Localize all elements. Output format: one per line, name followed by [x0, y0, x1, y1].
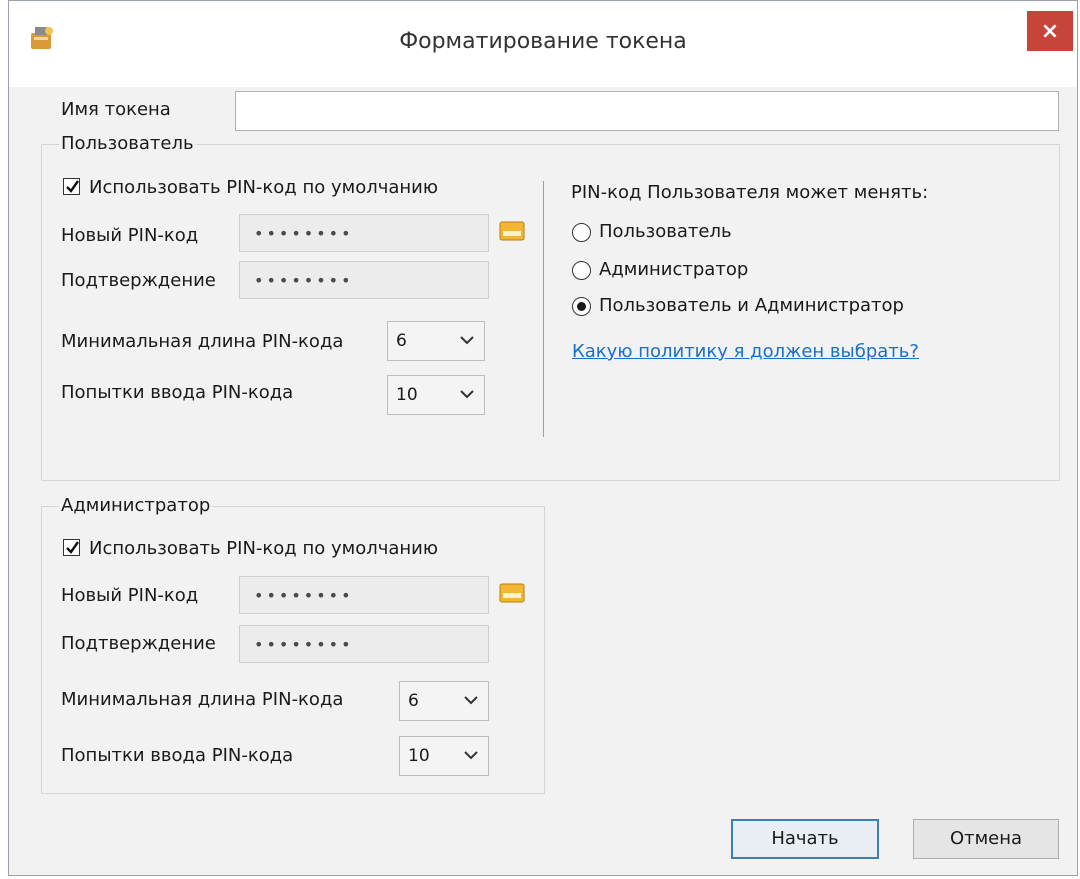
- admin-attempts-select[interactable]: 10: [399, 736, 489, 776]
- user-use-default-label: Использовать PIN-код по умолчанию: [89, 177, 439, 198]
- title-bar: Форматирование токена ×: [9, 1, 1077, 87]
- vertical-divider: [543, 181, 544, 437]
- window-title: Форматирование токена: [399, 29, 687, 54]
- admin-use-default-checkbox[interactable]: [63, 539, 80, 556]
- user-confirm-pin-field[interactable]: ••••••••: [239, 261, 489, 299]
- cancel-button[interactable]: Отмена: [913, 819, 1059, 859]
- admin-confirm-label: Подтверждение: [61, 633, 216, 654]
- token-name-label: Имя токена: [61, 99, 171, 120]
- radio-admin-label: Администратор: [599, 259, 749, 280]
- user-attempts-select[interactable]: 10: [387, 375, 485, 415]
- user-use-default-checkbox[interactable]: [63, 178, 80, 195]
- user-new-pin-label: Новый PIN-код: [61, 225, 199, 246]
- radio-admin[interactable]: [572, 261, 591, 280]
- user-group-title: Пользователь: [59, 133, 196, 154]
- user-new-pin-field[interactable]: ••••••••: [239, 214, 489, 252]
- format-token-dialog: Форматирование токена × Имя токена Польз…: [8, 0, 1078, 876]
- radio-user-label: Пользователь: [599, 221, 732, 242]
- admin-min-length-select[interactable]: 6: [399, 681, 489, 721]
- user-min-length-select[interactable]: 6: [387, 321, 485, 361]
- admin-new-pin-label: Новый PIN-код: [61, 585, 199, 606]
- admin-min-length-value: 6: [408, 691, 419, 711]
- policy-help-link[interactable]: Какую политику я должен выбрать?: [572, 341, 919, 362]
- token-name-input[interactable]: [235, 91, 1059, 131]
- admin-use-default-label: Использовать PIN-код по умолчанию: [89, 538, 439, 559]
- keyboard-icon[interactable]: [499, 221, 525, 241]
- pin-policy-heading: PIN-код Пользователя может менять:: [571, 182, 929, 203]
- user-min-length-label: Минимальная длина PIN-кода: [61, 331, 344, 352]
- chevron-down-icon: [460, 390, 474, 399]
- admin-attempts-value: 10: [408, 746, 430, 766]
- close-button[interactable]: ×: [1027, 11, 1073, 51]
- chevron-down-icon: [464, 696, 478, 705]
- keyboard-icon[interactable]: [499, 583, 525, 603]
- chevron-down-icon: [460, 336, 474, 345]
- admin-attempts-label: Попытки ввода PIN-кода: [61, 745, 294, 766]
- chevron-down-icon: [464, 751, 478, 760]
- admin-confirm-pin-field[interactable]: ••••••••: [239, 625, 489, 663]
- user-attempts-label: Попытки ввода PIN-кода: [61, 382, 294, 403]
- radio-user-and-admin-label: Пользователь и Администратор: [599, 295, 904, 316]
- user-attempts-value: 10: [396, 385, 418, 405]
- start-button[interactable]: Начать: [731, 819, 879, 859]
- radio-user[interactable]: [572, 223, 591, 242]
- radio-user-and-admin[interactable]: [572, 297, 591, 316]
- admin-new-pin-field[interactable]: ••••••••: [239, 576, 489, 614]
- admin-group-title: Администратор: [59, 495, 213, 516]
- user-min-length-value: 6: [396, 331, 407, 351]
- admin-min-length-label: Минимальная длина PIN-кода: [61, 689, 344, 710]
- user-confirm-label: Подтверждение: [61, 270, 216, 291]
